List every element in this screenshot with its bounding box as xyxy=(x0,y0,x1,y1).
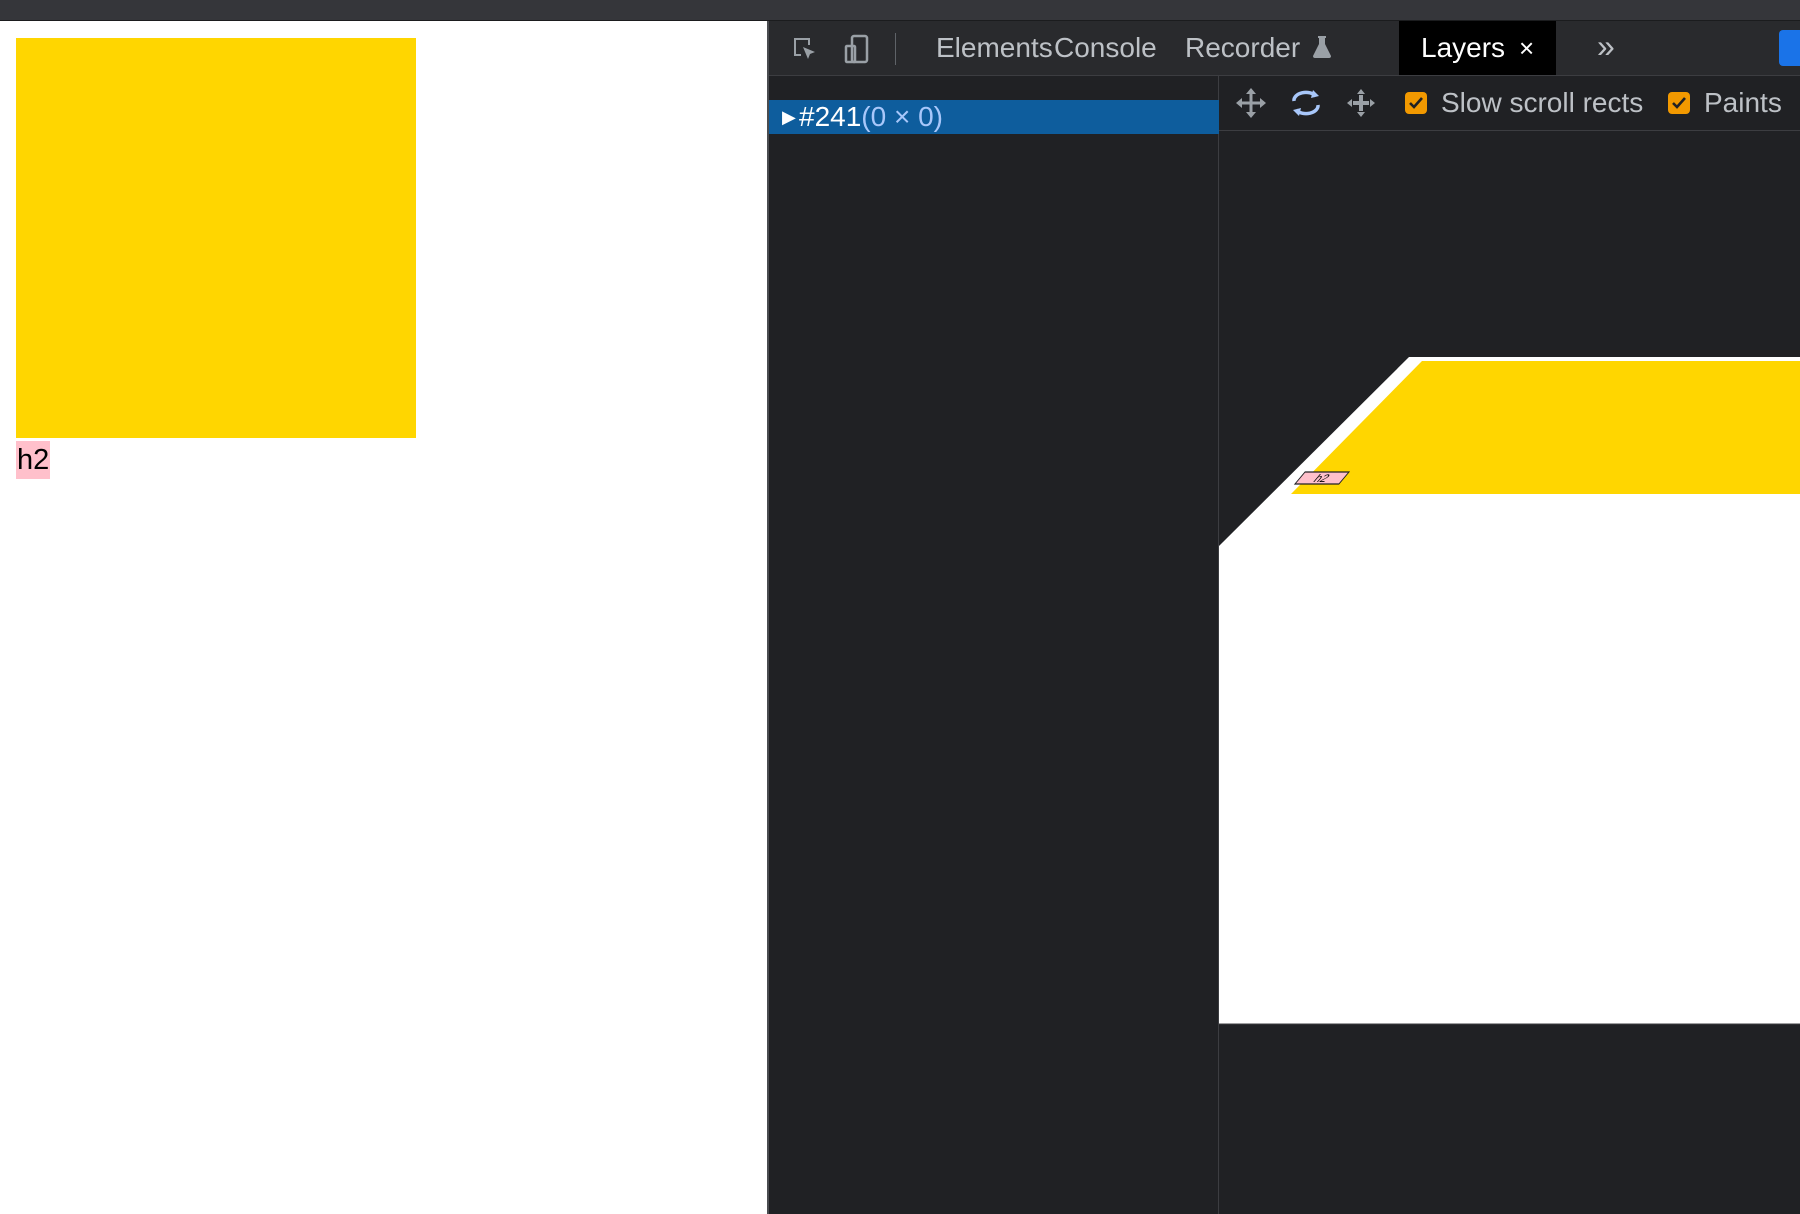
paints-label: Paints xyxy=(1704,87,1782,118)
layer-tree: ▶ #241(0 × 0) xyxy=(769,76,1219,1214)
flask-icon xyxy=(1312,23,1332,77)
browser-top-bar xyxy=(0,0,1800,21)
close-icon[interactable]: × xyxy=(1519,33,1534,63)
slow-scroll-rects-checkbox[interactable]: Slow scroll rects xyxy=(1405,86,1643,120)
layer-tree-row[interactable]: ▶ #241(0 × 0) xyxy=(769,100,1219,134)
slow-scroll-rects-label: Slow scroll rects xyxy=(1441,87,1644,118)
layer-3d-yellow-box xyxy=(1291,361,1800,494)
yellow-box xyxy=(16,38,416,438)
tab-recorder[interactable]: Recorder xyxy=(1185,21,1332,75)
expand-arrow-icon[interactable]: ▶ xyxy=(782,100,796,134)
checkbox-checked-icon xyxy=(1668,92,1690,114)
layer-3d-canvas[interactable]: h2 xyxy=(1219,131,1800,1214)
tab-layers[interactable]: Layers × xyxy=(1399,21,1557,75)
tab-elements[interactable]: Elements xyxy=(936,21,1053,75)
paints-checkbox[interactable]: Paints xyxy=(1668,86,1782,120)
reset-transform-icon[interactable] xyxy=(1342,84,1380,122)
feedback-icon[interactable] xyxy=(1779,30,1800,66)
more-tabs-chevron-icon[interactable]: » xyxy=(1597,21,1615,75)
toolbar-separator xyxy=(895,33,896,65)
inspect-element-icon[interactable] xyxy=(789,33,821,65)
devtools-tabbar: Elements Console Recorder Layers × » xyxy=(769,21,1800,76)
tab-layers-label: Layers xyxy=(1421,32,1506,63)
layer-size: (0 × 0) xyxy=(861,101,943,132)
tab-console[interactable]: Console xyxy=(1054,21,1157,75)
rotate-mode-icon[interactable] xyxy=(1287,84,1325,122)
tab-recorder-label: Recorder xyxy=(1185,32,1301,63)
layer-id: #241 xyxy=(799,101,862,132)
device-toolbar-icon[interactable] xyxy=(841,33,873,65)
viewer-toolbar: Slow scroll rects Paints xyxy=(1219,76,1800,131)
page-heading-h2: h2 xyxy=(16,441,51,479)
devtools-panel: Elements Console Recorder Layers × » ▶ #2… xyxy=(767,21,1800,1214)
page-viewport: h2 xyxy=(0,21,767,1214)
checkbox-checked-icon xyxy=(1405,92,1427,114)
pan-mode-icon[interactable] xyxy=(1232,84,1270,122)
layers-3d-viewer: Slow scroll rects Paints h2 xyxy=(1219,76,1800,1214)
